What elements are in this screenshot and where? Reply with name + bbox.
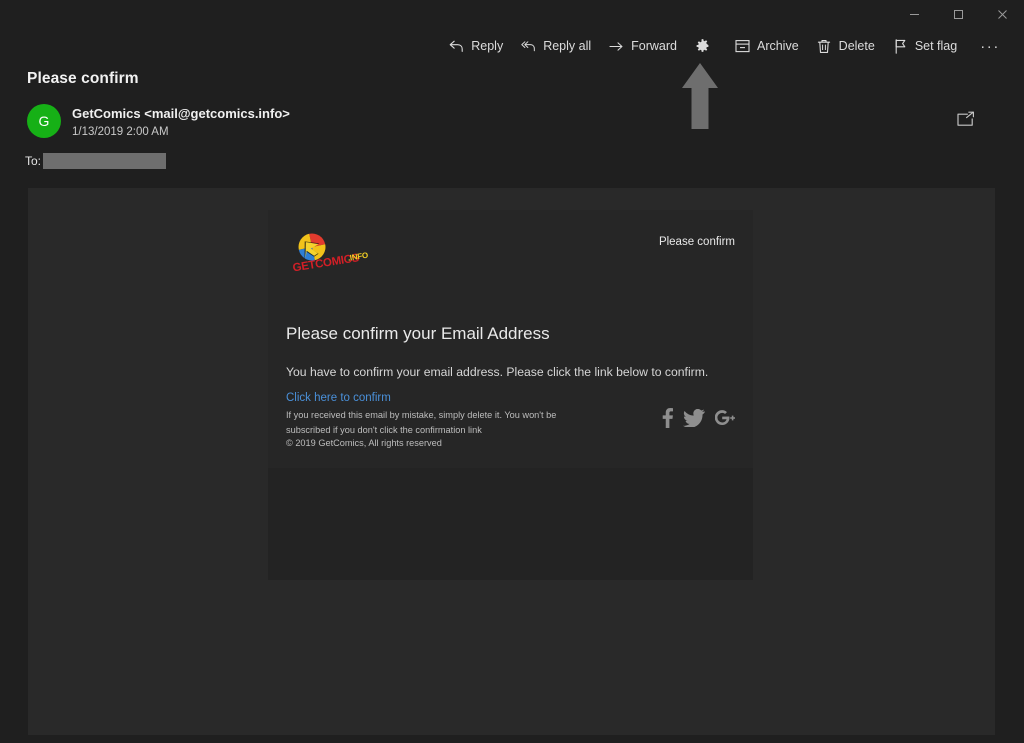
forward-label: Forward — [631, 39, 677, 53]
gear-icon — [695, 39, 710, 54]
annotation-up-arrow — [681, 62, 719, 130]
reply-all-icon — [521, 39, 536, 54]
email-body-card: GETCOMICS .INFO Please confirm Please co… — [268, 210, 753, 580]
archive-icon — [735, 39, 750, 54]
mail-app-window: Reply Reply all Forward Archive Delete S… — [0, 0, 1024, 743]
window-controls — [892, 0, 1024, 28]
to-label: To: — [25, 154, 42, 168]
google-plus-icon[interactable] — [715, 409, 735, 427]
page-title: Please confirm — [27, 70, 139, 87]
avatar: G — [27, 104, 61, 138]
delete-label: Delete — [838, 39, 875, 53]
reading-pane: GETCOMICS .INFO Please confirm Please co… — [28, 188, 995, 735]
flag-icon — [893, 38, 908, 54]
footer-copyright: © 2019 GetComics, All rights reserved — [286, 438, 442, 449]
recipient-row: To: — [25, 152, 167, 170]
maximize-button[interactable] — [936, 0, 980, 28]
close-button[interactable] — [980, 0, 1024, 28]
reply-all-label: Reply all — [543, 39, 592, 53]
settings-button[interactable] — [686, 32, 726, 60]
email-headline: Please confirm your Email Address — [286, 324, 550, 343]
restore-icon — [953, 9, 964, 20]
sender-row: G GetComics <mail@getcomics.info> 1/13/2… — [27, 104, 987, 146]
minimize-icon — [909, 9, 920, 20]
email-header: GETCOMICS .INFO Please confirm — [286, 228, 735, 280]
archive-button[interactable]: Archive — [726, 32, 808, 60]
more-options-label: ··· — [980, 37, 1000, 55]
delete-button[interactable]: Delete — [808, 32, 884, 60]
footer-note: If you received this email by mistake, s… — [286, 410, 557, 435]
getcomics-logo-icon: GETCOMICS .INFO — [286, 228, 372, 274]
recipient-redacted-field[interactable] — [43, 153, 167, 169]
reply-button[interactable]: Reply — [440, 32, 512, 60]
email-body-text: You have to confirm your email address. … — [286, 365, 709, 379]
close-icon — [997, 9, 1008, 20]
open-in-new-window-button[interactable] — [953, 108, 979, 134]
facebook-icon[interactable] — [662, 408, 673, 428]
titlebar — [0, 0, 1024, 28]
reply-all-button[interactable]: Reply all — [512, 32, 600, 60]
email-preheader: Please confirm — [658, 236, 735, 248]
reply-icon — [449, 39, 464, 54]
delete-icon — [817, 39, 832, 54]
archive-label: Archive — [756, 39, 799, 53]
message-date: 1/13/2019 2:00 AM — [72, 126, 169, 138]
popout-icon — [957, 111, 975, 132]
set-flag-label: Set flag — [914, 39, 958, 53]
sender-name[interactable]: GetComics <mail@getcomics.info> — [72, 106, 290, 121]
email-footer: If you received this email by mistake, s… — [286, 408, 586, 448]
reply-label: Reply — [471, 39, 504, 53]
twitter-icon[interactable] — [683, 409, 705, 427]
set-flag-button[interactable]: Set flag — [884, 32, 966, 60]
svg-text:.INFO: .INFO — [347, 251, 369, 263]
social-links — [662, 408, 735, 428]
message-toolbar: Reply Reply all Forward Archive Delete S… — [0, 28, 1024, 64]
forward-icon — [609, 39, 624, 54]
confirm-link[interactable]: Click here to confirm — [286, 392, 391, 404]
minimize-button[interactable] — [892, 0, 936, 28]
more-options-button[interactable]: ··· — [966, 32, 1010, 60]
avatar-initial: G — [38, 113, 50, 129]
forward-button[interactable]: Forward — [600, 32, 686, 60]
